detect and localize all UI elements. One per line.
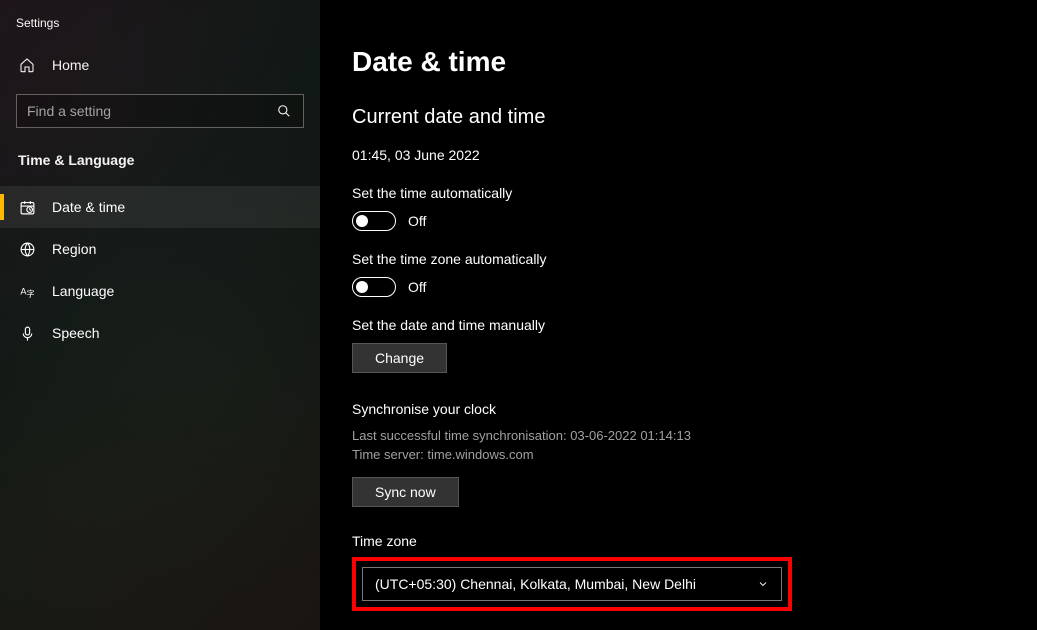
nav-language[interactable]: A字 Language xyxy=(0,270,320,312)
auto-tz-toggle[interactable] xyxy=(352,277,396,297)
manual-datetime-label: Set the date and time manually xyxy=(352,317,1005,333)
timezone-dropdown[interactable]: (UTC+05:30) Chennai, Kolkata, Mumbai, Ne… xyxy=(362,567,782,601)
search-input[interactable] xyxy=(27,103,275,119)
auto-tz-label: Set the time zone automatically xyxy=(352,251,1005,267)
nav-label: Region xyxy=(52,241,96,257)
toggle-knob xyxy=(356,281,368,293)
home-icon xyxy=(18,56,36,74)
nav-label: Date & time xyxy=(52,199,125,215)
toggle-knob xyxy=(356,215,368,227)
change-button[interactable]: Change xyxy=(352,343,447,373)
current-datetime-heading: Current date and time xyxy=(352,106,1005,129)
nav-label: Speech xyxy=(52,325,99,341)
home-nav[interactable]: Home xyxy=(0,46,320,84)
svg-text:字: 字 xyxy=(26,288,34,298)
sync-heading: Synchronise your clock xyxy=(352,401,1005,417)
globe-icon xyxy=(18,240,36,258)
search-box[interactable] xyxy=(16,94,304,128)
search-icon xyxy=(275,102,293,120)
home-label: Home xyxy=(52,57,89,73)
current-datetime-value: 01:45, 03 June 2022 xyxy=(352,147,1005,163)
timezone-highlight: (UTC+05:30) Chennai, Kolkata, Mumbai, Ne… xyxy=(352,557,792,611)
timezone-label: Time zone xyxy=(352,533,1005,549)
page-title: Date & time xyxy=(352,46,1005,78)
clock-icon xyxy=(18,198,36,216)
timezone-value: (UTC+05:30) Chennai, Kolkata, Mumbai, Ne… xyxy=(375,576,696,592)
nav-label: Language xyxy=(52,283,114,299)
sync-last: Last successful time synchronisation: 03… xyxy=(352,427,1005,446)
chevron-down-icon xyxy=(757,578,769,590)
sync-server: Time server: time.windows.com xyxy=(352,446,1005,465)
category-title: Time & Language xyxy=(0,138,320,186)
microphone-icon xyxy=(18,324,36,342)
nav-region[interactable]: Region xyxy=(0,228,320,270)
auto-time-toggle[interactable] xyxy=(352,211,396,231)
language-icon: A字 xyxy=(18,282,36,300)
sync-now-button[interactable]: Sync now xyxy=(352,477,459,507)
auto-tz-state: Off xyxy=(408,279,426,295)
nav-date-time[interactable]: Date & time xyxy=(0,186,320,228)
settings-sidebar: Settings Home Time & Language Date & tim… xyxy=(0,0,320,630)
main-content: Date & time Current date and time 01:45,… xyxy=(320,0,1037,630)
app-title: Settings xyxy=(0,12,320,46)
nav-speech[interactable]: Speech xyxy=(0,312,320,354)
auto-time-label: Set the time automatically xyxy=(352,185,1005,201)
auto-time-state: Off xyxy=(408,213,426,229)
